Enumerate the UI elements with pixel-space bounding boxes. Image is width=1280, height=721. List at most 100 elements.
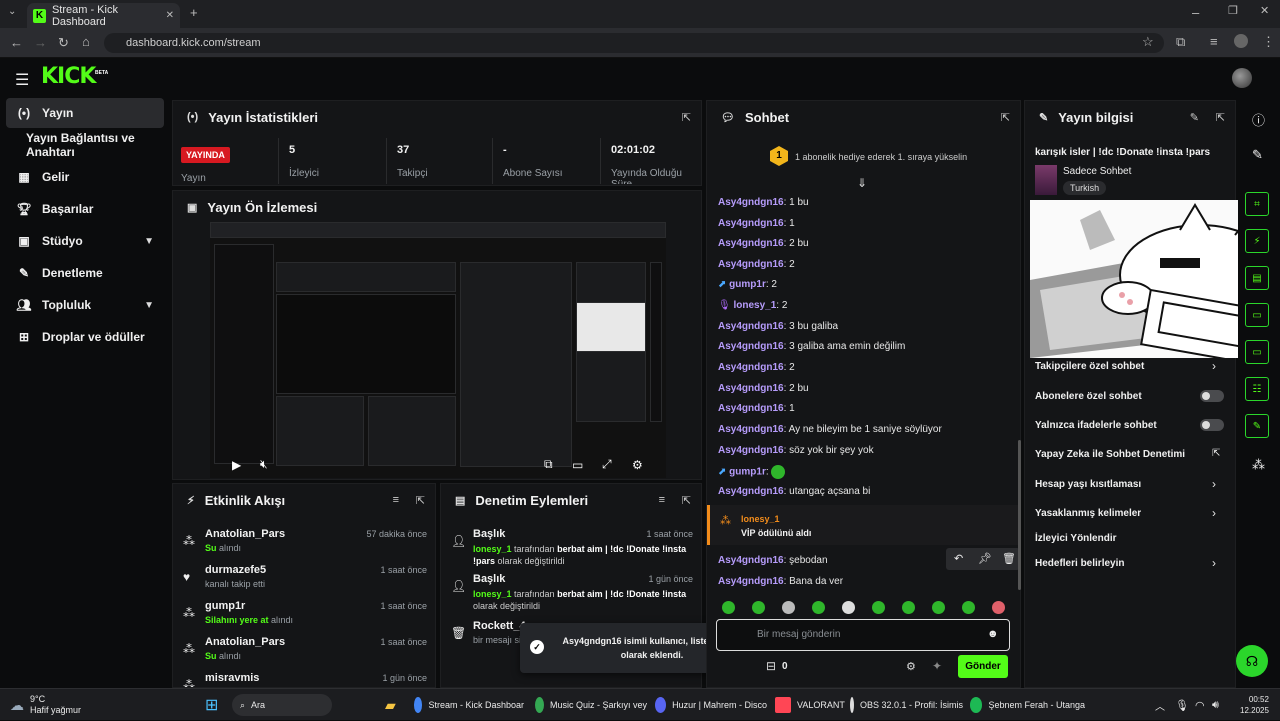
play-icon[interactable]: ▶ [232, 458, 241, 472]
chat-input[interactable]: Bir mesaj gönderin ☻ [716, 619, 1010, 651]
emoji-picker-icon[interactable]: ☻ [987, 628, 999, 640]
url-field[interactable]: dashboard.kick.com/stream [104, 33, 1164, 53]
emote-icon[interactable] [992, 601, 1005, 614]
chat-username[interactable]: Asy4gndgn16 [718, 445, 784, 456]
vip-event-user[interactable]: lonesy_1 [741, 514, 780, 524]
rail-bolt-button[interactable]: ⚡︎ [1245, 229, 1269, 253]
rail-extra-button[interactable]: ▭ [1245, 303, 1269, 327]
edit-pencil-icon[interactable]: ✎ [1190, 111, 1199, 124]
file-explorer-icon[interactable]: ▰ [385, 689, 396, 721]
clock[interactable]: 00:52 12.2025 [1240, 689, 1269, 721]
edit-icon[interactable]: ✎ [1252, 147, 1263, 163]
option-goals[interactable]: Hedefleri belirleyin [1035, 558, 1124, 569]
sidebar-item-denetleme[interactable]: ✎ Denetleme [6, 258, 164, 288]
filter-icon[interactable]: ≡ [659, 494, 665, 506]
chat-username[interactable]: Asy4gndgn16 [718, 321, 784, 332]
option-followers-only[interactable]: Takipçilere özel sohbet [1035, 361, 1144, 372]
volume-icon[interactable]: 🔊︎ [1212, 689, 1219, 721]
minimize-icon[interactable]: – [1192, 6, 1199, 19]
close-tab-icon[interactable]: ✕ [166, 10, 174, 21]
sidebar-item-droplar[interactable]: ⊞ Droplar ve ödüller [6, 322, 164, 352]
theater-icon[interactable]: ▭ [572, 458, 583, 472]
chat-username[interactable]: Asy4gndgn16 [718, 403, 784, 414]
chevron-right-icon[interactable]: › [1212, 477, 1216, 491]
kick-logo[interactable]: KICK [41, 64, 96, 89]
reload-icon[interactable]: ↻ [58, 36, 69, 49]
sidebar-item-yayin[interactable]: (•) Yayın [6, 98, 164, 128]
settings-gear-icon[interactable]: ⚙ [632, 458, 643, 472]
weather-widget[interactable]: ☁ 9°C Hafif yağmur [10, 689, 81, 721]
reply-icon[interactable]: ↶ [954, 552, 963, 565]
taskbar-app[interactable]: Huzur | Mahrem - Disco [655, 689, 767, 721]
option-account-age[interactable]: Hesap yaşı kısıtlaması [1035, 479, 1141, 490]
emote-icon[interactable] [722, 601, 735, 614]
chevron-right-icon[interactable]: › [1212, 359, 1216, 373]
filter-icon[interactable]: ≡ [393, 494, 399, 506]
back-icon[interactable]: ← [10, 36, 23, 49]
maximize-icon[interactable]: ❐ [1228, 6, 1238, 17]
gift-banner-text[interactable]: 1 abonelik hediye ederek 1. sıraya yükse… [795, 152, 967, 162]
tab-list-icon[interactable]: ⌄ [8, 7, 16, 17]
browser-tab[interactable]: K Stream - Kick Dashboard ✕ [27, 3, 180, 28]
hamburger-menu-icon[interactable]: ☰ [15, 70, 29, 90]
popout-icon[interactable]: ⇱ [682, 494, 691, 507]
chat-username[interactable]: gump1r [729, 279, 766, 290]
activity-user[interactable]: Anatolian_Pars [205, 636, 285, 648]
category-thumbnail[interactable] [1035, 165, 1057, 195]
activity-user[interactable]: misravmis [205, 672, 259, 684]
chat-username[interactable]: Asy4gndgn16 [718, 259, 784, 270]
close-window-icon[interactable]: ✕ [1260, 6, 1269, 17]
taskbar-app[interactable]: Şebnem Ferah - Utanga [970, 689, 1085, 721]
fullscreen-icon[interactable]: ⤢ [602, 457, 612, 472]
emote-icon[interactable] [782, 601, 795, 614]
sidebar-item-studyo[interactable]: ▣ Stüdyo ▼ [6, 226, 164, 256]
chat-username[interactable]: Asy4gndgn16 [718, 197, 784, 208]
taskbar-app[interactable]: OBS 32.0.1 - Profil: İsimis [850, 689, 963, 721]
taskbar-app[interactable]: VALORANT [775, 689, 845, 721]
option-banned-words[interactable]: Yasaklanmış kelimeler [1035, 508, 1141, 519]
rewards-icon[interactable]: ⁂ [1252, 457, 1265, 473]
emotes-only-toggle[interactable] [1200, 419, 1224, 431]
chat-username[interactable]: Asy4gndgn16 [718, 362, 784, 373]
browser-menu-icon[interactable]: ⋮ [1262, 35, 1275, 48]
emote-icon[interactable] [932, 601, 945, 614]
chat-username[interactable]: Asy4gndgn16 [718, 341, 784, 352]
emote-icon[interactable] [842, 601, 855, 614]
windows-start-icon[interactable]: ⊞ [205, 689, 218, 721]
taskbar-app[interactable]: Stream - Kick Dashboar [414, 689, 524, 721]
new-tab-icon[interactable]: + [190, 6, 198, 19]
emote-icon[interactable] [872, 601, 885, 614]
rail-users-button[interactable]: ☷ [1245, 377, 1269, 401]
taskbar-search[interactable]: ⌕ Ara [232, 694, 332, 716]
wifi-icon[interactable]: ◠ [1195, 689, 1205, 721]
rail-clip-button[interactable]: ⌗ [1245, 192, 1269, 216]
pip-icon[interactable]: ⧉ [544, 457, 553, 472]
delete-icon[interactable]: 🗑︎ [1002, 552, 1016, 565]
bookmark-star-icon[interactable]: ☆ [1142, 35, 1154, 48]
send-button[interactable]: Gönder [958, 655, 1008, 678]
media-icon[interactable]: ≡ [1210, 35, 1218, 48]
forward-icon[interactable]: → [34, 36, 47, 49]
mute-icon[interactable]: 🔇︎ [260, 457, 268, 472]
stream-category[interactable]: Sadece Sohbet [1063, 166, 1131, 177]
stream-tag[interactable]: Turkish [1063, 181, 1107, 195]
activity-user[interactable]: Anatolian_Pars [205, 528, 285, 540]
emote-icon[interactable] [902, 601, 915, 614]
popout-icon[interactable]: ⇱ [1001, 111, 1010, 124]
stream-preview-video[interactable]: ▶ 🔇︎ ⧉ ▭ ⤢ ⚙ [210, 222, 666, 478]
pinned-toggle-icon[interactable]: ⇓ [857, 176, 867, 190]
user-avatar[interactable] [1232, 68, 1252, 88]
chat-username[interactable]: lonesy_1 [733, 300, 776, 311]
option-ai-moderation[interactable]: Yapay Zeka ile Sohbet Denetimi [1035, 449, 1185, 460]
taskbar-app[interactable]: Music Quiz - Şarkıyı vey [535, 689, 647, 721]
chat-username[interactable]: Asy4gndgn16 [718, 238, 784, 249]
chat-username[interactable]: Asy4gndgn16 [718, 218, 784, 229]
badge-toggle-icon[interactable]: ✦ [932, 659, 942, 673]
popout-icon[interactable]: ⇱ [682, 111, 691, 124]
external-link-icon[interactable]: ⇱ [1212, 448, 1220, 459]
chat-scrollbar[interactable] [1018, 440, 1021, 590]
mic-icon[interactable]: 🎙︎ [1175, 689, 1189, 721]
chevron-right-icon[interactable]: › [1212, 556, 1216, 570]
emote-icon[interactable] [812, 601, 825, 614]
profile-avatar-icon[interactable] [1234, 34, 1248, 48]
